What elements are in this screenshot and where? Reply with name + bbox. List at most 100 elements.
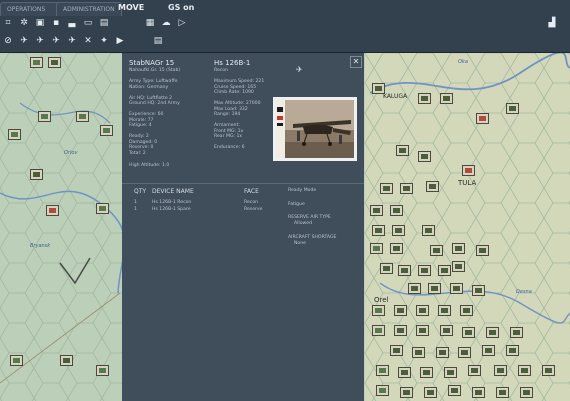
- map-unit[interactable]: [418, 265, 431, 276]
- chart-icon[interactable]: ▃: [66, 18, 78, 29]
- map-unit[interactable]: [380, 263, 393, 274]
- map-unit[interactable]: [424, 387, 437, 398]
- map-unit[interactable]: [482, 345, 495, 356]
- gear-icon[interactable]: ✲: [18, 18, 30, 29]
- map-unit[interactable]: [398, 367, 411, 378]
- forward-icon[interactable]: ▶: [114, 36, 126, 47]
- map-unit[interactable]: [468, 365, 481, 376]
- map-unit[interactable]: [452, 261, 465, 272]
- map-unit[interactable]: [96, 203, 109, 214]
- map-unit[interactable]: [416, 325, 429, 336]
- map-unit[interactable]: [452, 243, 465, 254]
- send-icon[interactable]: ▷: [176, 18, 188, 29]
- map-unit[interactable]: [506, 103, 519, 114]
- map-unit[interactable]: [426, 181, 439, 192]
- map-unit[interactable]: [542, 365, 555, 376]
- map-unit[interactable]: [376, 385, 389, 396]
- select-icon[interactable]: ⌗: [2, 18, 14, 29]
- map-unit[interactable]: [428, 283, 441, 294]
- map-unit[interactable]: [390, 345, 403, 356]
- weather-icon[interactable]: ☁: [160, 18, 172, 29]
- map-unit[interactable]: [408, 283, 421, 294]
- air-recon-icon[interactable]: ✈: [18, 36, 30, 47]
- window-icon[interactable]: ▤: [98, 18, 110, 29]
- map-unit[interactable]: [46, 205, 59, 216]
- map-unit[interactable]: [396, 145, 409, 156]
- map-unit[interactable]: [462, 165, 475, 176]
- map-unit[interactable]: [436, 347, 449, 358]
- map-unit[interactable]: [462, 327, 475, 338]
- map-unit[interactable]: [486, 327, 499, 338]
- map-unit[interactable]: [460, 305, 473, 316]
- map-unit[interactable]: [444, 367, 457, 378]
- map-unit[interactable]: [370, 243, 383, 254]
- statistics-icon[interactable]: ▟: [546, 18, 558, 29]
- save-icon[interactable]: ▦: [144, 18, 156, 29]
- map-unit[interactable]: [96, 365, 109, 376]
- gs-toggle[interactable]: GS on: [168, 3, 194, 12]
- map-unit[interactable]: [458, 347, 471, 358]
- map-unit[interactable]: [394, 325, 407, 336]
- map-unit[interactable]: [376, 365, 389, 376]
- map-unit[interactable]: [430, 245, 443, 256]
- map-unit[interactable]: [472, 387, 485, 398]
- map-unit[interactable]: [392, 225, 405, 236]
- map-unit[interactable]: [10, 355, 23, 366]
- map-unit[interactable]: [372, 83, 385, 94]
- map-unit[interactable]: [370, 205, 383, 216]
- map-unit[interactable]: [400, 183, 413, 194]
- tab-administration[interactable]: ADMINISTRATION: [56, 2, 122, 16]
- map-unit[interactable]: [76, 111, 89, 122]
- air-strike-icon[interactable]: ✈: [34, 36, 46, 47]
- map-unit[interactable]: [518, 365, 531, 376]
- map-unit[interactable]: [440, 93, 453, 104]
- map-unit[interactable]: [450, 283, 463, 294]
- air-transport-icon[interactable]: ✈: [50, 36, 62, 47]
- map-unit[interactable]: [418, 93, 431, 104]
- frame-icon[interactable]: ▭: [82, 18, 94, 29]
- map-unit[interactable]: [30, 57, 43, 68]
- map-unit[interactable]: [416, 305, 429, 316]
- unit-stack-icon[interactable]: ▣: [34, 18, 46, 29]
- map-unit[interactable]: [472, 285, 485, 296]
- map-unit[interactable]: [412, 347, 425, 358]
- map-unit[interactable]: [60, 355, 73, 366]
- map-unit[interactable]: [372, 225, 385, 236]
- map-unit[interactable]: [30, 169, 43, 180]
- map-unit[interactable]: [38, 111, 51, 122]
- map-unit[interactable]: [448, 385, 461, 396]
- map-unit[interactable]: [494, 365, 507, 376]
- map-unit[interactable]: [398, 265, 411, 276]
- map-unit[interactable]: [520, 387, 533, 398]
- tab-operations[interactable]: OPERATIONS: [0, 2, 62, 16]
- map-unit[interactable]: [496, 387, 509, 398]
- map-unit[interactable]: [418, 151, 431, 162]
- no-move-icon[interactable]: ⊘: [2, 36, 14, 47]
- supply-icon[interactable]: ▪: [50, 18, 62, 29]
- map-unit[interactable]: [438, 305, 451, 316]
- map-unit[interactable]: [48, 57, 61, 68]
- close-button[interactable]: ✕: [350, 56, 362, 68]
- device-name: Hs 126B-1 Spare: [152, 207, 191, 212]
- map-unit[interactable]: [440, 325, 453, 336]
- map-unit[interactable]: [372, 325, 385, 336]
- air-supply-icon[interactable]: ✈: [66, 36, 78, 47]
- map-unit[interactable]: [100, 125, 113, 136]
- tools-icon[interactable]: ✕: [82, 36, 94, 47]
- map-unit[interactable]: [380, 183, 393, 194]
- map-unit[interactable]: [8, 129, 21, 140]
- map-unit[interactable]: [476, 113, 489, 124]
- map-unit[interactable]: [438, 265, 451, 276]
- map-unit[interactable]: [372, 305, 385, 316]
- bomb-icon[interactable]: ✦: [98, 36, 110, 47]
- map-unit[interactable]: [390, 243, 403, 254]
- map-unit[interactable]: [510, 327, 523, 338]
- notes-icon[interactable]: ▤: [152, 36, 164, 47]
- map-unit[interactable]: [476, 245, 489, 256]
- map-unit[interactable]: [420, 367, 433, 378]
- map-unit[interactable]: [400, 387, 413, 398]
- map-unit[interactable]: [394, 305, 407, 316]
- map-unit[interactable]: [422, 225, 435, 236]
- map-unit[interactable]: [506, 345, 519, 356]
- map-unit[interactable]: [390, 205, 403, 216]
